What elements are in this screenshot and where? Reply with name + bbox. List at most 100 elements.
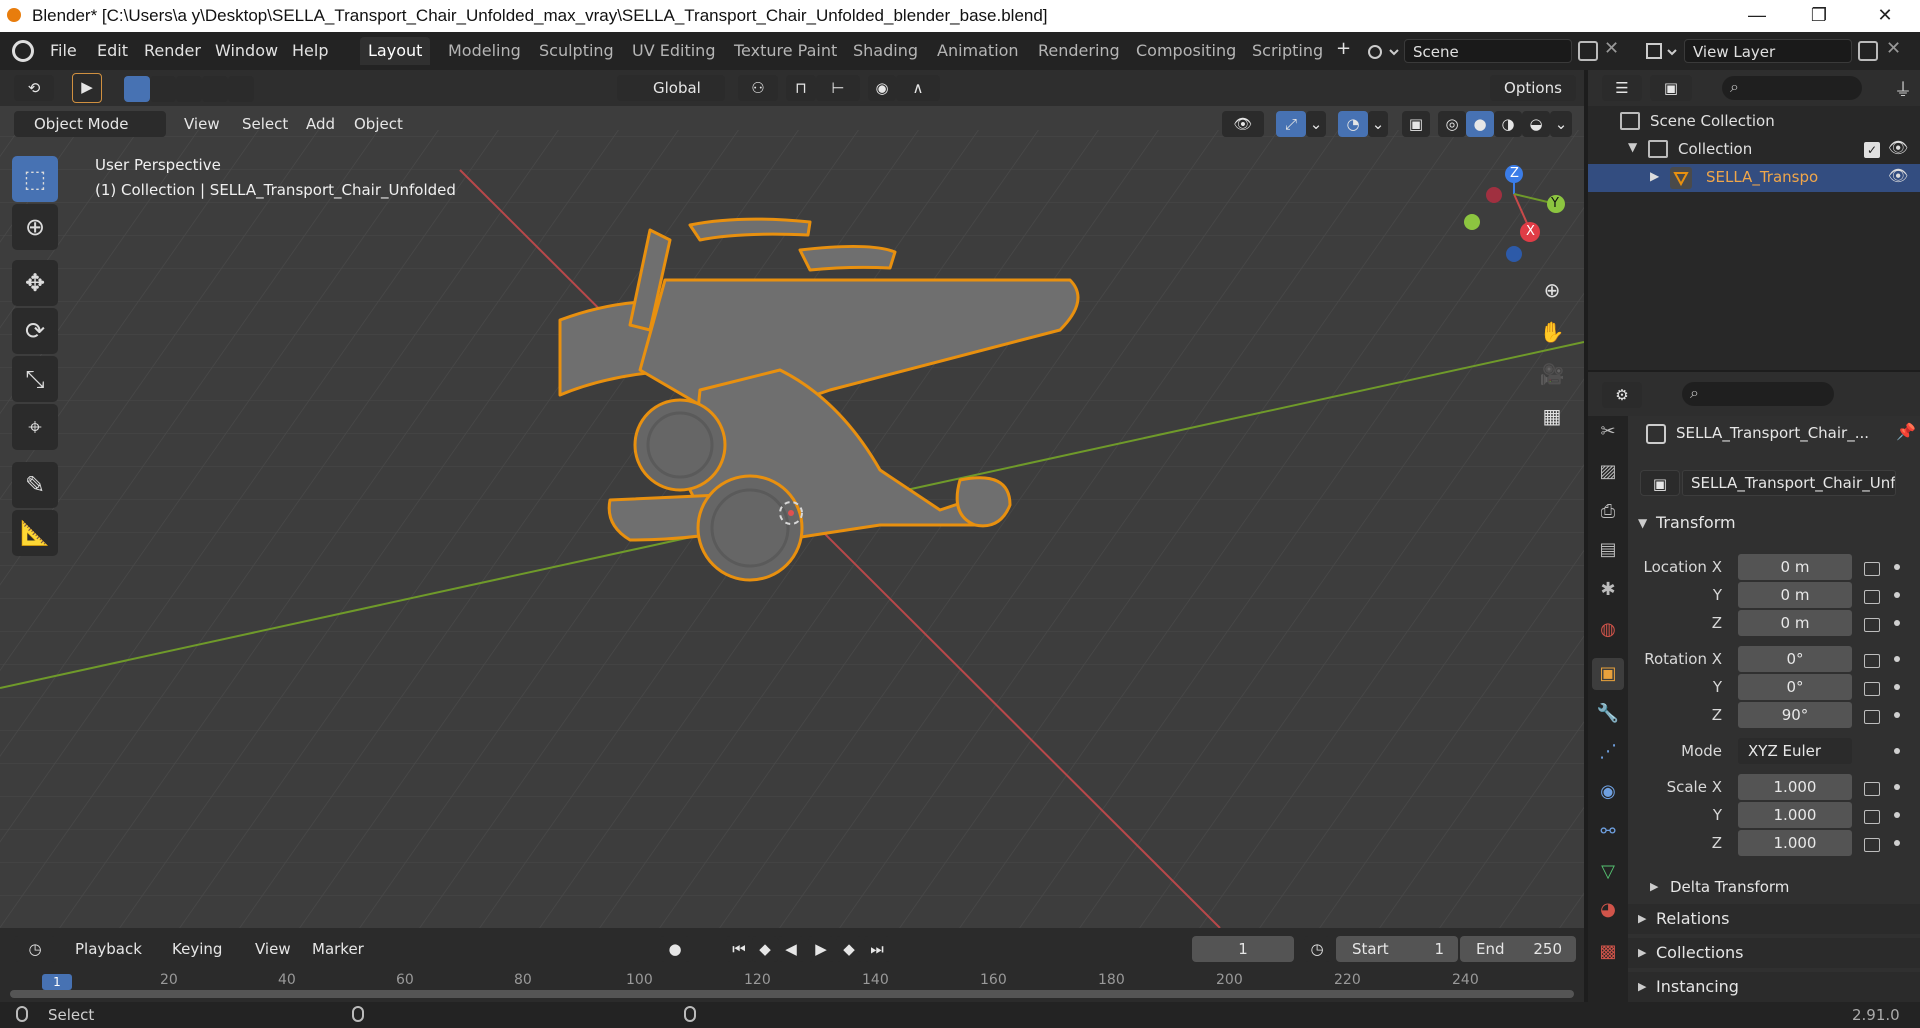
select-tool-mode-icon[interactable]: ▶	[72, 73, 102, 103]
scale-z-field[interactable]: 1.000	[1738, 830, 1852, 856]
collections-panel[interactable]: ▶ Collections	[1628, 938, 1920, 968]
proportional-edit-icon[interactable]: ◉	[868, 75, 896, 101]
new-view-layer-icon[interactable]	[1858, 41, 1878, 61]
visibility-icon[interactable]: 👁	[1222, 111, 1264, 137]
tool-tab-icon[interactable]: ✂	[1592, 416, 1624, 448]
keyframe-dot-icon[interactable]	[1894, 784, 1900, 790]
output-tab-icon[interactable]: ⎙	[1592, 496, 1624, 528]
menu-view[interactable]: View	[184, 115, 220, 133]
timeline-ruler[interactable]: 1 20 40 60 80 100 120 140 160 180 200 22…	[0, 972, 1584, 1002]
3d-viewport[interactable]: Z X Y ⟲ ▶ Global ⚇ ⊓ ⊢ ◉ ∧ Options Objec…	[0, 70, 1584, 928]
select-extend-icon[interactable]	[150, 76, 176, 102]
snap-toggle-icon[interactable]: ⊓	[786, 75, 816, 101]
object-name-field[interactable]: SELLA_Transport_Chair_Unf...	[1682, 470, 1896, 496]
menu-marker[interactable]: Marker	[312, 940, 364, 958]
scene-collection-label[interactable]: Scene Collection	[1650, 112, 1775, 130]
object-tab-icon[interactable]: ▣	[1592, 658, 1624, 690]
play-icon[interactable]: ▶	[808, 936, 834, 962]
scene-tab-icon[interactable]: ✱	[1592, 574, 1624, 606]
rotation-mode-dropdown[interactable]: XYZ Euler	[1738, 738, 1852, 764]
menu-edit[interactable]: Edit	[97, 41, 128, 60]
proportional-falloff-icon[interactable]: ∧	[896, 75, 940, 101]
outliner-editor-type-icon[interactable]: ☰	[1602, 75, 1642, 101]
tab-layout[interactable]: Layout	[360, 37, 431, 65]
modifier-tab-icon[interactable]: 🔧	[1592, 698, 1624, 730]
editor-type-clock-icon[interactable]: ◷	[14, 936, 56, 962]
menu-select[interactable]: Select	[242, 115, 288, 133]
object-expand-icon[interactable]: ▶	[1650, 169, 1659, 183]
gizmo-dropdown-icon[interactable]: ⌄	[1306, 111, 1326, 137]
select-new-icon[interactable]	[124, 76, 150, 102]
snap-target-icon[interactable]: ⊢	[816, 75, 860, 101]
overlays-dropdown-icon[interactable]: ⌄	[1368, 111, 1388, 137]
menu-object[interactable]: Object	[354, 115, 403, 133]
world-tab-icon[interactable]: ◍	[1592, 614, 1624, 646]
menu-timeline-view[interactable]: View	[255, 940, 291, 958]
select-box-tool-icon[interactable]: ⬚	[12, 156, 58, 202]
render-tab-icon[interactable]: ▨	[1592, 456, 1624, 488]
instancing-panel[interactable]: ▶ Instancing	[1628, 972, 1920, 1002]
lock-icon[interactable]	[1864, 838, 1880, 852]
wireframe-shading-icon[interactable]: ◎	[1438, 111, 1466, 137]
jump-start-icon[interactable]: ⏮	[726, 936, 752, 962]
outliner-object-name[interactable]: SELLA_Transport_Chai	[1706, 168, 1818, 186]
annotate-tool-icon[interactable]: ✎	[12, 462, 58, 508]
overlays-toggle-icon[interactable]: ◔	[1338, 111, 1368, 137]
keyframe-dot-icon[interactable]	[1894, 812, 1900, 818]
current-frame-field[interactable]: 1	[1192, 936, 1294, 962]
tab-sculpting[interactable]: Sculpting	[531, 37, 622, 65]
object-visibility-eye-icon[interactable]: 👁	[1888, 166, 1908, 185]
timeline-scrollbar[interactable]	[10, 990, 1574, 998]
material-tab-icon[interactable]: ◕	[1592, 894, 1624, 926]
rotate-tool-icon[interactable]: ⟳	[12, 308, 58, 354]
keyframe-dot-icon[interactable]	[1894, 712, 1900, 718]
outliner-search-input[interactable]: ⌕	[1722, 76, 1862, 100]
lock-icon[interactable]	[1864, 654, 1880, 668]
jump-keyframe-back-icon[interactable]: ◆	[752, 936, 778, 962]
data-tab-icon[interactable]: ▽	[1592, 856, 1624, 888]
solid-shading-icon[interactable]: ●	[1466, 111, 1494, 137]
menu-file[interactable]: File	[50, 41, 77, 60]
view-layer-tab-icon[interactable]: ▤	[1592, 534, 1624, 566]
view-layer-name-field[interactable]: View Layer	[1684, 39, 1852, 63]
tab-rendering[interactable]: Rendering	[1030, 37, 1128, 65]
collection-expand-icon[interactable]: ▼	[1628, 140, 1637, 154]
scale-x-field[interactable]: 1.000	[1738, 774, 1852, 800]
location-z-field[interactable]: 0 m	[1738, 610, 1852, 636]
keyframe-dot-icon[interactable]	[1894, 620, 1900, 626]
delete-scene-icon[interactable]: ✕	[1604, 38, 1619, 59]
outliner-row-selected[interactable]: ▶ SELLA_Transport_Chai 👁	[1588, 164, 1920, 192]
camera-view-icon[interactable]: 🎥	[1534, 356, 1570, 392]
rotation-x-field[interactable]: 0°	[1738, 646, 1852, 672]
tab-animation[interactable]: Animation	[929, 37, 1027, 65]
scene-name-field[interactable]: Scene	[1404, 39, 1572, 63]
blender-menu-icon[interactable]	[12, 40, 34, 62]
object-browse-icon[interactable]: ▣	[1640, 470, 1680, 496]
pivot-point-icon[interactable]: ⚇	[738, 75, 778, 101]
play-reverse-icon[interactable]: ◀	[778, 936, 804, 962]
lock-icon[interactable]	[1864, 682, 1880, 696]
rotation-y-field[interactable]: 0°	[1738, 674, 1852, 700]
options-dropdown[interactable]: Options	[1490, 75, 1576, 101]
scale-y-field[interactable]: 1.000	[1738, 802, 1852, 828]
constraints-tab-icon[interactable]: ⚯	[1592, 816, 1624, 848]
lock-icon[interactable]	[1864, 710, 1880, 724]
properties-search-input[interactable]: ⌕	[1682, 382, 1834, 406]
collection-visibility-eye-icon[interactable]: 👁	[1888, 138, 1908, 157]
zoom-icon[interactable]: ⊕	[1534, 272, 1570, 308]
start-frame-field[interactable]: Start 1	[1336, 936, 1458, 962]
tab-uv-editing[interactable]: UV Editing	[624, 37, 723, 65]
tab-compositing[interactable]: Compositing	[1128, 37, 1244, 65]
lock-icon[interactable]	[1864, 590, 1880, 604]
lock-icon[interactable]	[1864, 782, 1880, 796]
menu-help[interactable]: Help	[292, 41, 328, 60]
material-shading-icon[interactable]: ◑	[1494, 111, 1522, 137]
tab-modeling[interactable]: Modeling	[440, 37, 529, 65]
filter-icon[interactable]: ⏚	[1894, 76, 1912, 102]
ortho-toggle-icon[interactable]: ▦	[1534, 398, 1570, 434]
transform-tool-icon[interactable]: ⌖	[12, 404, 58, 450]
cursor-tool-icon[interactable]: ⊕	[12, 204, 58, 250]
menu-playback[interactable]: Playback	[75, 940, 142, 958]
new-scene-icon[interactable]	[1578, 41, 1598, 61]
relations-panel[interactable]: ▶ Relations	[1628, 904, 1920, 934]
